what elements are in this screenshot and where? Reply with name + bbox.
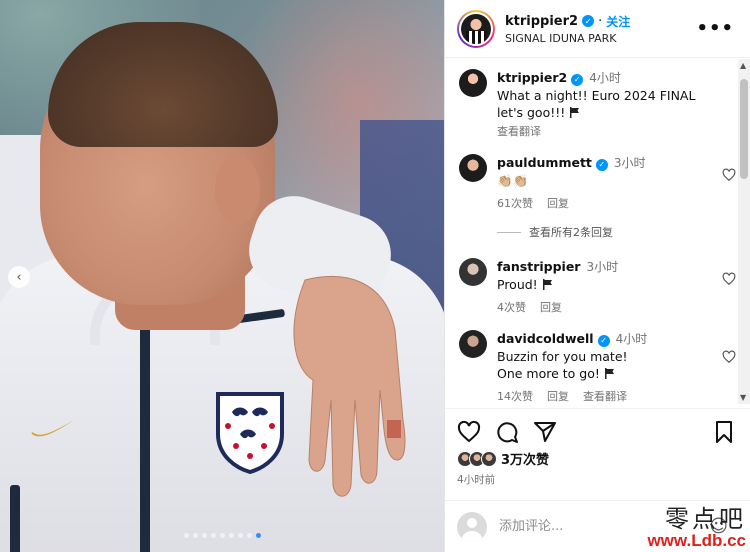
- verified-badge-icon: ✓: [582, 15, 595, 27]
- black-flag-emoji: [604, 368, 614, 379]
- post-photo[interactable]: ‹: [0, 0, 444, 552]
- liker-avatars: [457, 450, 497, 467]
- divider: [497, 231, 521, 233]
- post-timestamp[interactable]: 4小时前: [457, 472, 495, 487]
- heart-icon[interactable]: [722, 272, 736, 286]
- likes-count[interactable]: 3万次赞: [501, 449, 549, 468]
- carousel-dot: [219, 533, 225, 538]
- verified-badge-icon: ✓: [597, 334, 610, 347]
- author-username[interactable]: ktrippier2: [505, 14, 578, 29]
- comment-likes[interactable]: 61次赞: [497, 195, 533, 212]
- comment-username[interactable]: davidcoldwell: [497, 331, 594, 346]
- comment-text: 👏🏼👏🏼: [497, 173, 529, 188]
- commenter-avatar[interactable]: [459, 258, 487, 286]
- carousel-dot: [210, 533, 216, 538]
- black-flag-emoji: [542, 279, 552, 290]
- carousel-dot: [246, 533, 252, 538]
- scroll-up-arrow[interactable]: ▲: [740, 61, 746, 70]
- black-flag-emoji: [570, 107, 580, 118]
- carousel-indicator: [0, 533, 444, 538]
- comment-text: What a night!! Euro 2024 FINAL let's goo…: [497, 88, 696, 120]
- comment-input[interactable]: [499, 519, 679, 534]
- post-detail-panel: ktrippier2 ✓ · 关注 SIGNAL IDUNA PARK ••• …: [444, 0, 750, 552]
- carousel-prev-button[interactable]: ‹: [8, 266, 30, 288]
- view-replies-button[interactable]: 查看所有2条回复: [497, 224, 736, 240]
- bookmark-icon[interactable]: [712, 420, 736, 444]
- comment-item: davidcoldwell ✓ 4小时 Buzzin for you mate!…: [459, 330, 736, 404]
- commenter-avatar[interactable]: [459, 69, 487, 97]
- current-user-avatar: [457, 511, 487, 542]
- share-icon[interactable]: [533, 420, 557, 444]
- carousel-dot: [228, 533, 234, 538]
- post-actions-bar: [445, 408, 750, 454]
- comment-icon[interactable]: [495, 420, 519, 444]
- author-avatar[interactable]: [457, 9, 495, 48]
- player-ear: [215, 155, 260, 225]
- reply-button[interactable]: 回复: [540, 299, 562, 316]
- comment-time: 3小时: [586, 260, 619, 274]
- commenter-avatar[interactable]: [459, 154, 487, 182]
- comment-composer: ☺: [445, 500, 750, 552]
- carousel-dot: [183, 533, 189, 538]
- caption: ktrippier2 ✓ 4小时 What a night!! Euro 202…: [459, 69, 736, 140]
- comment-username[interactable]: pauldummett: [497, 155, 592, 170]
- separator-dot: ·: [598, 13, 603, 29]
- verified-badge-icon: ✓: [571, 73, 584, 86]
- heart-icon[interactable]: [722, 168, 736, 182]
- carousel-dot: [255, 533, 261, 538]
- heart-icon[interactable]: [457, 420, 481, 444]
- follow-button[interactable]: 关注: [606, 13, 630, 30]
- comment-likes[interactable]: 4次赞: [497, 299, 526, 316]
- comment-item: fanstrippier 3小时 Proud! 4次赞 回复: [459, 258, 736, 316]
- see-translation-link[interactable]: 查看翻译: [583, 388, 627, 404]
- jacket-pocket-lower: [10, 485, 20, 552]
- more-icon[interactable]: •••: [696, 18, 734, 39]
- england-crest: [216, 392, 284, 474]
- carousel-dot: [237, 533, 243, 538]
- carousel-dot: [192, 533, 198, 538]
- jacket-zip: [140, 295, 150, 552]
- scroll-down-arrow[interactable]: ▼: [740, 393, 746, 402]
- post-header: ktrippier2 ✓ · 关注 SIGNAL IDUNA PARK •••: [445, 0, 750, 58]
- reply-button[interactable]: 回复: [547, 195, 569, 212]
- comments-scrollbar[interactable]: ▲ ▼: [738, 59, 750, 404]
- comments-list: ktrippier2 ✓ 4小时 What a night!! Euro 202…: [445, 59, 750, 404]
- comment-text: Proud!: [497, 277, 538, 292]
- post-location[interactable]: SIGNAL IDUNA PARK: [505, 32, 630, 45]
- chevron-left-icon: ‹: [16, 269, 22, 285]
- carousel-dot: [201, 533, 207, 538]
- comment-username[interactable]: fanstrippier: [497, 259, 580, 274]
- view-replies-label: 查看所有2条回复: [529, 226, 613, 239]
- reply-button[interactable]: 回复: [547, 388, 569, 404]
- comment-time: 3小时: [613, 156, 646, 170]
- scrollbar-thumb[interactable]: [740, 79, 748, 179]
- commenter-avatar[interactable]: [459, 330, 487, 358]
- nike-logo: [31, 420, 74, 437]
- comment-time: 4小时: [615, 332, 648, 346]
- comment-likes[interactable]: 14次赞: [497, 388, 533, 404]
- author-avatar-image: [461, 13, 491, 44]
- teammate-hand: [293, 276, 406, 497]
- emoji-icon[interactable]: ☺: [709, 516, 728, 537]
- comment-item: pauldummett ✓ 3小时 👏🏼👏🏼 61次赞 回复: [459, 154, 736, 212]
- see-translation-link[interactable]: 查看翻译: [497, 123, 541, 140]
- likes-summary[interactable]: 3万次赞: [457, 449, 549, 468]
- comment-time: 4小时: [589, 71, 621, 85]
- heart-icon[interactable]: [722, 350, 736, 364]
- verified-badge-icon: ✓: [595, 158, 608, 171]
- liker-avatar: [481, 450, 497, 467]
- comment-username[interactable]: ktrippier2: [497, 70, 567, 85]
